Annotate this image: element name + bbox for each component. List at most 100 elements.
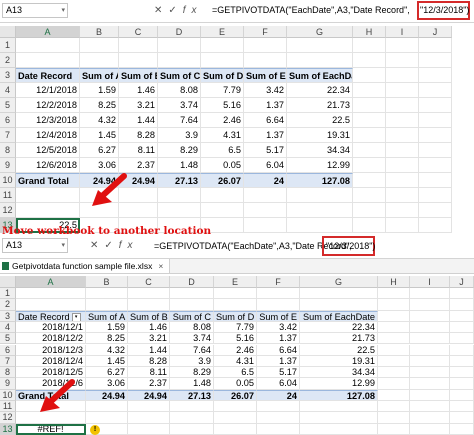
grid-cell[interactable] xyxy=(353,203,386,218)
grid-cell[interactable] xyxy=(450,344,474,356)
grid-cell[interactable] xyxy=(300,299,378,311)
value-cell[interactable]: 3.74 xyxy=(158,98,201,113)
value-cell[interactable]: 4.31 xyxy=(201,128,244,143)
column-header-A[interactable]: A xyxy=(16,26,80,38)
value-cell[interactable]: 4.31 xyxy=(214,355,257,368)
value-cell[interactable]: 5.17 xyxy=(257,367,300,379)
grid-cell[interactable] xyxy=(353,188,386,203)
column-header-J[interactable]: J xyxy=(450,276,474,288)
grid-cell[interactable] xyxy=(353,53,386,68)
grid-cell[interactable] xyxy=(386,68,419,83)
value-cell[interactable]: 7.64 xyxy=(170,344,214,356)
check-icon[interactable]: ✓ xyxy=(168,5,182,16)
grid-cell[interactable] xyxy=(201,38,244,53)
value-cell[interactable]: 8.08 xyxy=(158,83,201,98)
grid-cell[interactable] xyxy=(119,38,158,53)
grid-cell[interactable] xyxy=(201,53,244,68)
grid-cell[interactable] xyxy=(386,188,419,203)
row-header-7[interactable]: 7 xyxy=(0,355,16,368)
grid-cell[interactable] xyxy=(450,412,474,424)
grid-cell[interactable] xyxy=(450,321,474,334)
select-all-corner[interactable] xyxy=(0,276,16,288)
value-cell[interactable]: 1.59 xyxy=(86,321,128,334)
column-header-D[interactable]: D xyxy=(158,26,201,38)
grid-cell[interactable] xyxy=(410,288,450,300)
grid-cell[interactable] xyxy=(450,423,474,435)
grid-cell[interactable] xyxy=(214,412,257,424)
value-cell[interactable]: 7.79 xyxy=(214,321,257,334)
pivot-header-cell[interactable]: Sum of E xyxy=(257,310,300,322)
value-cell[interactable]: 5.16 xyxy=(214,333,257,345)
value-cell[interactable]: 34.34 xyxy=(300,367,378,379)
grid-cell[interactable] xyxy=(257,423,300,435)
grid-cell[interactable] xyxy=(378,423,410,435)
column-header-I[interactable]: I xyxy=(410,276,450,288)
row-header-13[interactable]: 13 xyxy=(0,423,16,435)
grid-cell[interactable] xyxy=(300,288,378,300)
value-cell[interactable]: 1.37 xyxy=(244,98,287,113)
grid-cell[interactable] xyxy=(244,203,287,218)
grid-cell[interactable] xyxy=(410,412,450,424)
grid-cell[interactable] xyxy=(16,203,80,218)
grid-cell[interactable] xyxy=(419,83,452,98)
pivot-header-cell[interactable]: Date Record xyxy=(16,68,80,83)
grid-cell[interactable] xyxy=(86,412,128,424)
column-header-G[interactable]: G xyxy=(287,26,353,38)
grid-cell[interactable] xyxy=(419,98,452,113)
value-cell[interactable]: 1.37 xyxy=(257,333,300,345)
grid-cell[interactable] xyxy=(386,158,419,173)
value-cell[interactable]: 12.99 xyxy=(300,378,378,390)
grid-cell[interactable] xyxy=(410,378,450,390)
column-header-E[interactable]: E xyxy=(201,26,244,38)
grid-cell[interactable] xyxy=(410,401,450,413)
row-header-5[interactable]: 5 xyxy=(0,333,16,345)
value-cell[interactable]: 2.46 xyxy=(214,344,257,356)
value-cell[interactable]: 5.17 xyxy=(244,143,287,158)
grid-cell[interactable] xyxy=(419,188,452,203)
grid-cell[interactable] xyxy=(257,401,300,413)
value-cell[interactable]: 1.59 xyxy=(80,83,119,98)
grid-cell[interactable] xyxy=(86,299,128,311)
value-cell[interactable]: 12.99 xyxy=(287,158,353,173)
filter-dropdown-icon[interactable]: ▾ xyxy=(71,312,81,321)
grid-cell[interactable] xyxy=(158,188,201,203)
grid-cell[interactable] xyxy=(386,143,419,158)
result-cell[interactable]: #REF! xyxy=(16,423,86,435)
grid-cell[interactable] xyxy=(158,53,201,68)
grid-cell[interactable] xyxy=(378,412,410,424)
pivot-header-cell[interactable]: Sum of E xyxy=(244,68,287,83)
grand-total-cell[interactable]: 24 xyxy=(257,389,300,401)
grid-cell[interactable] xyxy=(386,173,419,188)
column-header-I[interactable]: I xyxy=(386,26,419,38)
column-header-D[interactable]: D xyxy=(170,276,214,288)
grid-cell[interactable] xyxy=(300,401,378,413)
grid-cell[interactable] xyxy=(378,401,410,413)
grid-cell[interactable] xyxy=(201,203,244,218)
value-cell[interactable]: 3.21 xyxy=(128,333,170,345)
row-header-9[interactable]: 9 xyxy=(0,378,16,390)
value-cell[interactable]: 22.5 xyxy=(287,113,353,128)
formula-input[interactable]: =GETPIVOTDATA("EachDate",A3,"Date Record… xyxy=(212,3,410,18)
grid-cell[interactable] xyxy=(419,143,452,158)
grid-cell[interactable] xyxy=(410,355,450,368)
row-header-4[interactable]: 4 xyxy=(0,321,16,334)
row-header-7[interactable]: 7 xyxy=(0,128,16,143)
value-cell[interactable]: 2.46 xyxy=(201,113,244,128)
date-cell[interactable]: 12/4/2018 xyxy=(16,128,80,143)
value-cell[interactable]: 1.46 xyxy=(128,321,170,334)
pivot-header-cell[interactable]: Sum of C xyxy=(158,68,201,83)
workbook-tab[interactable]: Getpivotdata function sample file.xlsx × xyxy=(0,259,171,273)
grid-cell[interactable] xyxy=(86,288,128,300)
grid-cell[interactable] xyxy=(450,299,474,311)
grid-cell[interactable] xyxy=(419,68,452,83)
value-cell[interactable]: 8.11 xyxy=(119,143,158,158)
column-header-C[interactable]: C xyxy=(128,276,170,288)
grid-cell[interactable] xyxy=(450,310,474,322)
value-cell[interactable]: 2.37 xyxy=(128,378,170,390)
value-cell[interactable]: 8.25 xyxy=(86,333,128,345)
column-header-F[interactable]: F xyxy=(257,276,300,288)
grid-cell[interactable] xyxy=(410,333,450,345)
grid-cell[interactable] xyxy=(419,158,452,173)
grid-cell[interactable] xyxy=(257,299,300,311)
grid-cell[interactable] xyxy=(450,288,474,300)
